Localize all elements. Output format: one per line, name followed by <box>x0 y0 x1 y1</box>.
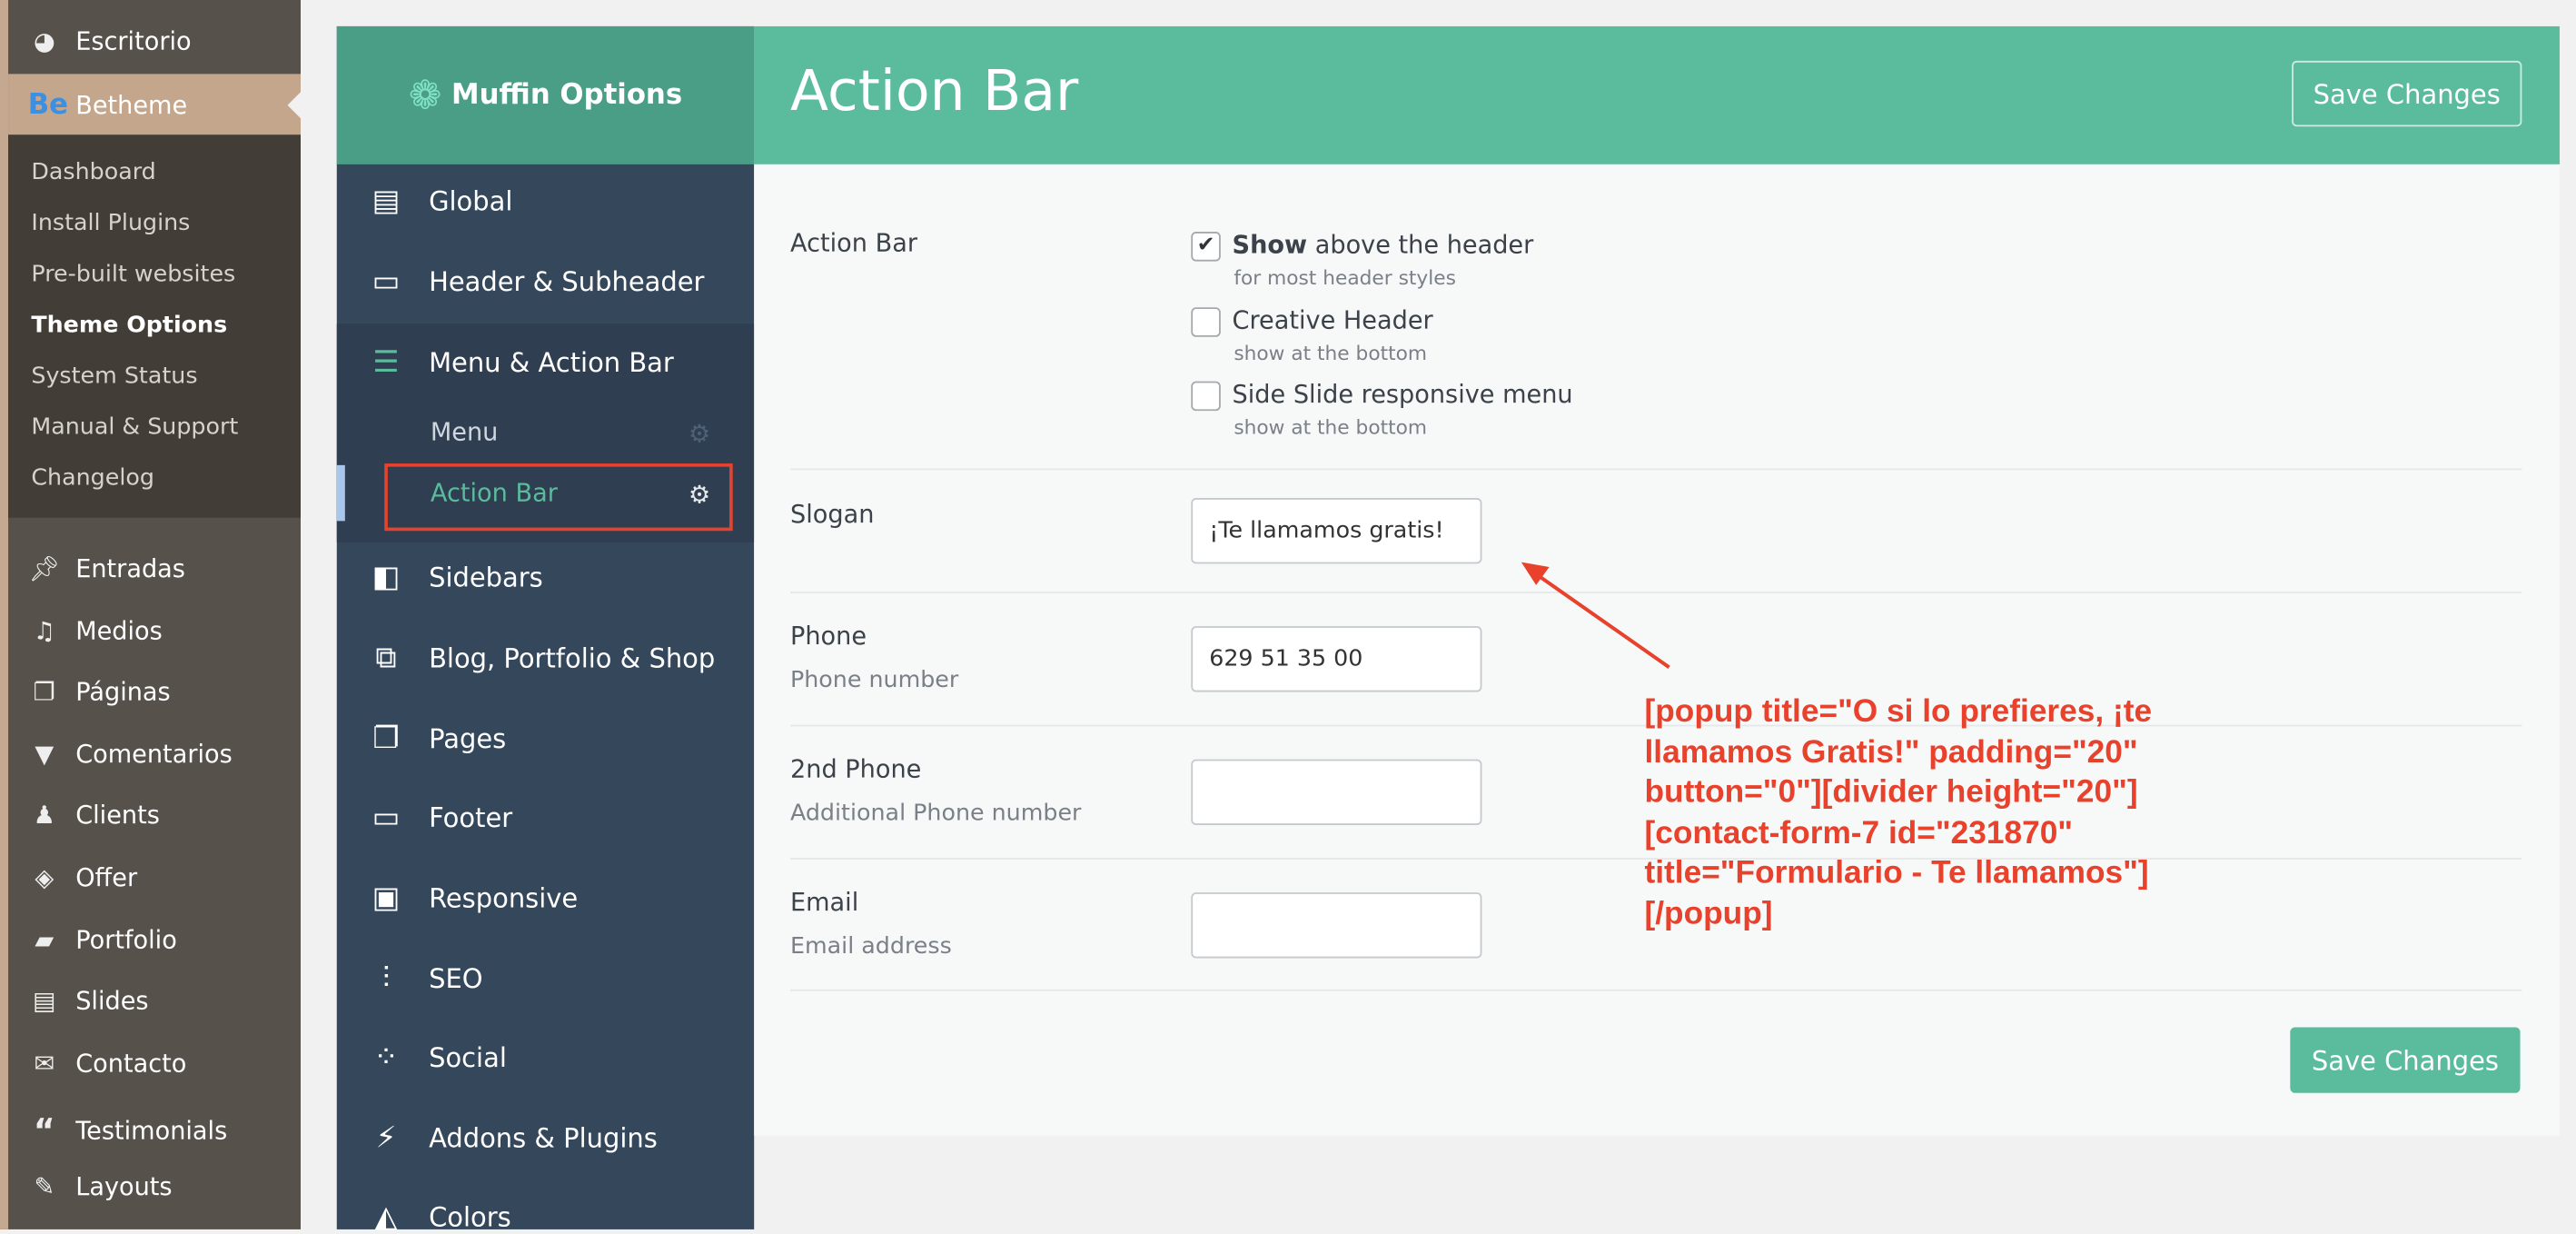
annotation-text: [popup title="O si lo prefieres, ¡te lla… <box>1644 693 2153 931</box>
annotation-arrow <box>1521 562 1670 669</box>
